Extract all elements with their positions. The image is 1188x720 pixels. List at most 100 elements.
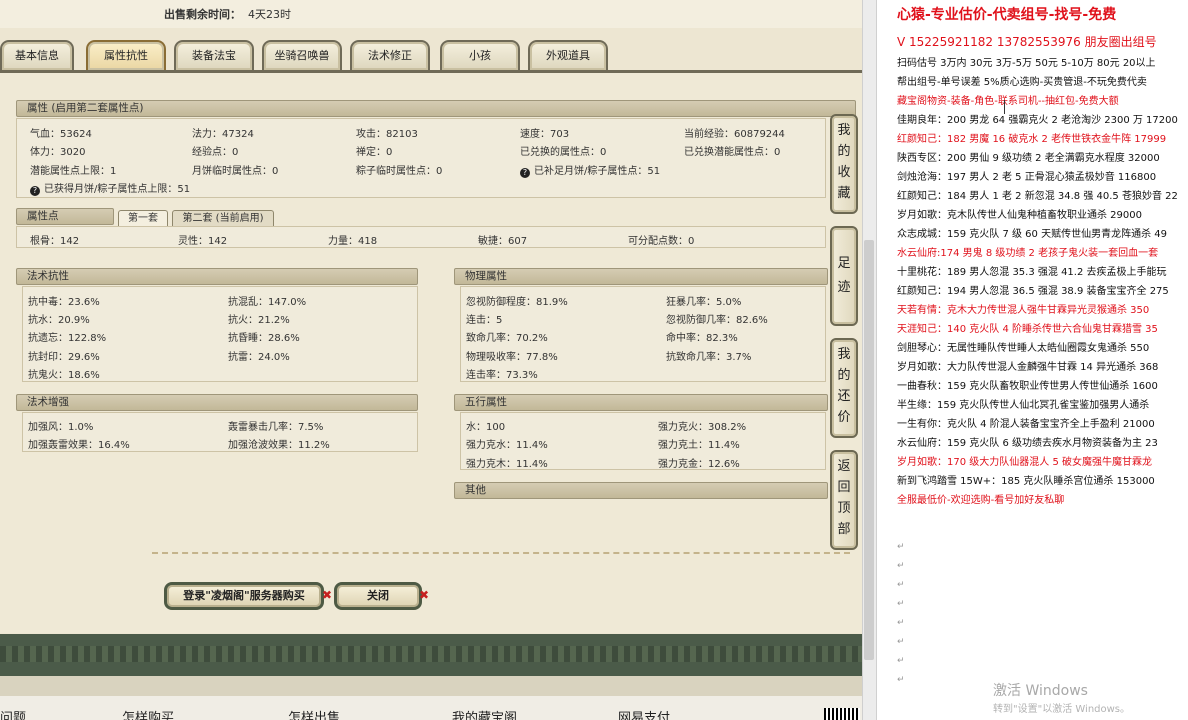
doc-line: 藏宝阁物资-装备-角色-联系司机--抽红包-免费大额 xyxy=(897,96,1119,107)
footprint-button[interactable]: 足迹 xyxy=(830,226,858,326)
footer-link-how-sell[interactable]: 怎样出售 xyxy=(288,707,340,720)
tab-equipment[interactable]: 装备法宝 xyxy=(174,40,254,70)
tab-bar: 基本信息 属性抗性 装备法宝 坐骑召唤兽 法术修正 小孩 外观道具 xyxy=(0,36,862,72)
phys-ignore-defense-rate: 忽视防御几率：82.6% xyxy=(666,315,768,326)
resist-forget: 抗遗忘：122.8% xyxy=(28,333,107,344)
attr-mana: 法力：47324 xyxy=(192,129,254,140)
scrollbar-thumb[interactable] xyxy=(864,240,874,660)
help-icon[interactable]: ? xyxy=(520,168,530,178)
help-icon[interactable]: ? xyxy=(30,186,40,196)
dashed-divider xyxy=(152,552,850,554)
close-x-icon: ✖ xyxy=(419,588,430,602)
five-elements-header: 五行属性 xyxy=(454,394,828,411)
tab-children[interactable]: 小孩 xyxy=(440,40,520,70)
footer-link-my-treasure[interactable]: 我的藏宝阁 xyxy=(452,707,517,720)
my-bargains-button[interactable]: 我的还价 xyxy=(830,338,858,438)
paragraph-mark-icon: ↵ xyxy=(897,599,905,609)
element-vs-earth: 强力克土：11.4% xyxy=(658,440,740,451)
text-cursor xyxy=(1004,100,1005,114)
paragraph-mark-icon: ↵ xyxy=(897,675,905,685)
tab-attributes-resist[interactable]: 属性抗性 xyxy=(86,40,166,70)
doc-line: 岁月如歌：克木队传世人仙鬼种植畜牧职业通杀 29000 xyxy=(897,210,1142,221)
doc-line: 半生缘：159 克火队传世人仙北冥孔雀宝鉴加强男人通杀 xyxy=(897,400,1150,411)
doc-line: 红颜知己：184 男人 1 老 2 新忽混 34.8 强 40.5 苍狼妙音 2… xyxy=(897,191,1178,202)
doc-line: 一生有你：克火队 4 阶混人装备宝宝齐全上手盈利 21000 xyxy=(897,419,1155,430)
attr-exp: 当前经验：60879244 xyxy=(684,129,785,140)
element-vs-water: 强力克水：11.4% xyxy=(466,440,548,451)
element-water: 水：100 xyxy=(466,422,506,433)
resist-fire: 抗火：21.2% xyxy=(228,315,290,326)
back-to-top-button[interactable]: 返回顶部 xyxy=(830,450,858,550)
qr-code-icon xyxy=(824,708,860,720)
doc-line: 帮出组号-单号误差 5%质心选购-买贵管退-不玩免费代卖 xyxy=(897,77,1147,88)
other-header: 其他 xyxy=(454,482,828,499)
footer-link-faq[interactable]: 问题 xyxy=(0,707,26,720)
boost-wave: 加强沧波效果：11.2% xyxy=(228,440,330,451)
element-vs-metal: 强力克金：12.6% xyxy=(658,459,740,470)
game-panel: 出售剩余时间： 4天23时 基本信息 属性抗性 装备法宝 坐骑召唤兽 法术修正 … xyxy=(0,0,862,720)
phys-hit-rate: 命中率：82.3% xyxy=(666,333,738,344)
physical-header: 物理属性 xyxy=(454,268,828,285)
resist-seal: 抗封印：29.6% xyxy=(28,352,100,363)
paragraph-mark-icon: ↵ xyxy=(897,656,905,666)
resist-water: 抗水：20.9% xyxy=(28,315,90,326)
phys-anti-crit: 抗致命几率：3.7% xyxy=(666,352,752,363)
doc-line: 红颜知己：182 男魔 16 破克水 2 老传世铁衣金牛阵 17999 xyxy=(897,134,1167,145)
attr-potential-cap: 潜能属性点上限：1 xyxy=(30,166,117,177)
subtab-set-two[interactable]: 第二套 (当前启用) xyxy=(172,210,274,226)
boost-thunder: 加强轰雷效果：16.4% xyxy=(28,440,130,451)
phys-berserk: 狂暴几率：5.0% xyxy=(666,297,742,308)
resist-chaos: 抗混乱：147.0% xyxy=(228,297,307,308)
attr-redeemed-potential: 已兑换潜能属性点：0 xyxy=(684,147,781,158)
doc-line: 扫码估号 3万内 30元 3万-5万 50元 5-10万 80元 20以上 xyxy=(897,58,1156,69)
points-box xyxy=(16,226,826,248)
doc-line: 天若有情：克木大力传世混人强牛甘霖异光灵猴通杀 350 xyxy=(897,305,1150,316)
attr-filled-points: ? 已补足月饼/粽子属性点：51 xyxy=(520,162,660,178)
point-agility: 敏捷：607 xyxy=(478,236,528,247)
phys-crit-rate: 致命几率：70.2% xyxy=(466,333,548,344)
login-buy-button[interactable]: 登录"凌烟阁"服务器购买 xyxy=(164,582,324,610)
attr-stamina: 体力：3020 xyxy=(30,147,86,158)
points-header: 属性点 xyxy=(16,208,114,225)
point-unassigned: 可分配点数：0 xyxy=(628,236,695,247)
attr-meditation: 禅定：0 xyxy=(356,147,393,158)
tab-spell-modifiers[interactable]: 法术修正 xyxy=(350,40,430,70)
close-button[interactable]: 关闭 xyxy=(334,582,422,610)
tab-appearance-items[interactable]: 外观道具 xyxy=(528,40,608,70)
doc-line: 众志成城：159 克火队 7 级 60 天赋传世仙男青龙阵通杀 49 xyxy=(897,229,1167,240)
doc-line: 岁月如歌：170 级大力队仙器混人 5 破女魔强牛魔甘霖龙 xyxy=(897,457,1152,468)
resist-ghostfire: 抗鬼火：18.6% xyxy=(28,370,100,381)
doc-line: 红颜知己：194 男人忽混 36.5 强混 38.9 装备宝宝齐全 275 xyxy=(897,286,1169,297)
doc-line: 陕西专区：200 男仙 9 级功绩 2 老全满霸克水程度 32000 xyxy=(897,153,1160,164)
tab-basic-info[interactable]: 基本信息 xyxy=(0,40,74,70)
my-favorites-button[interactable]: 我的收藏 xyxy=(830,114,858,214)
magic-boost-header: 法术增强 xyxy=(16,394,418,411)
element-vs-fire: 强力克火：308.2% xyxy=(658,422,747,433)
phys-ignore-defense: 忽视防御程度：81.9% xyxy=(466,297,568,308)
activate-windows-title: 激活 Windows xyxy=(993,683,1088,699)
attr-zongzi-temp: 粽子临时属性点：0 xyxy=(356,166,443,177)
resist-poison: 抗中毒：23.6% xyxy=(28,297,100,308)
resist-thunder: 抗雷：24.0% xyxy=(228,352,290,363)
boost-wind: 加强风：1.0% xyxy=(28,422,94,433)
activate-windows-subtitle: 转到"设置"以激活 Windows。 xyxy=(993,704,1131,715)
point-spirit: 灵性：142 xyxy=(178,236,228,247)
attr-attack: 攻击：82103 xyxy=(356,129,418,140)
doc-line: 一曲春秋：159 克火队畜牧职业传世男人传世仙通杀 1600 xyxy=(897,381,1158,392)
footer-link-how-buy[interactable]: 怎样购买 xyxy=(122,707,174,720)
attr-mooncake-temp: 月饼临时属性点：0 xyxy=(192,166,279,177)
subtab-set-one[interactable]: 第一套 xyxy=(118,210,168,226)
footer-strip xyxy=(0,676,862,696)
doc-contact: V 15225921182 13782553976 朋友圈出组号 xyxy=(897,35,1157,49)
point-constitution: 根骨：142 xyxy=(30,236,80,247)
attr-redeemed-points: 已兑换的属性点：0 xyxy=(520,147,607,158)
doc-line: 水云仙府:174 男鬼 8 级功绩 2 老孩子鬼火装一套回血一套 xyxy=(897,248,1159,259)
phys-combo: 连击：5 xyxy=(466,315,503,326)
doc-line: 水云仙府：159 克火队 6 级功绩去疾水月物资装备为主 23 xyxy=(897,438,1158,449)
paragraph-mark-icon: ↵ xyxy=(897,580,905,590)
attr-exp-points: 经验点：0 xyxy=(192,147,239,158)
paragraph-mark-icon: ↵ xyxy=(897,542,905,552)
tab-mounts-summons[interactable]: 坐骑召唤兽 xyxy=(262,40,342,70)
footer-link-netease-pay[interactable]: 网易支付 xyxy=(618,707,670,720)
document-pane: 心猿-专业估价-代卖组号-找号-免费 V 15225921182 1378255… xyxy=(876,0,1188,720)
